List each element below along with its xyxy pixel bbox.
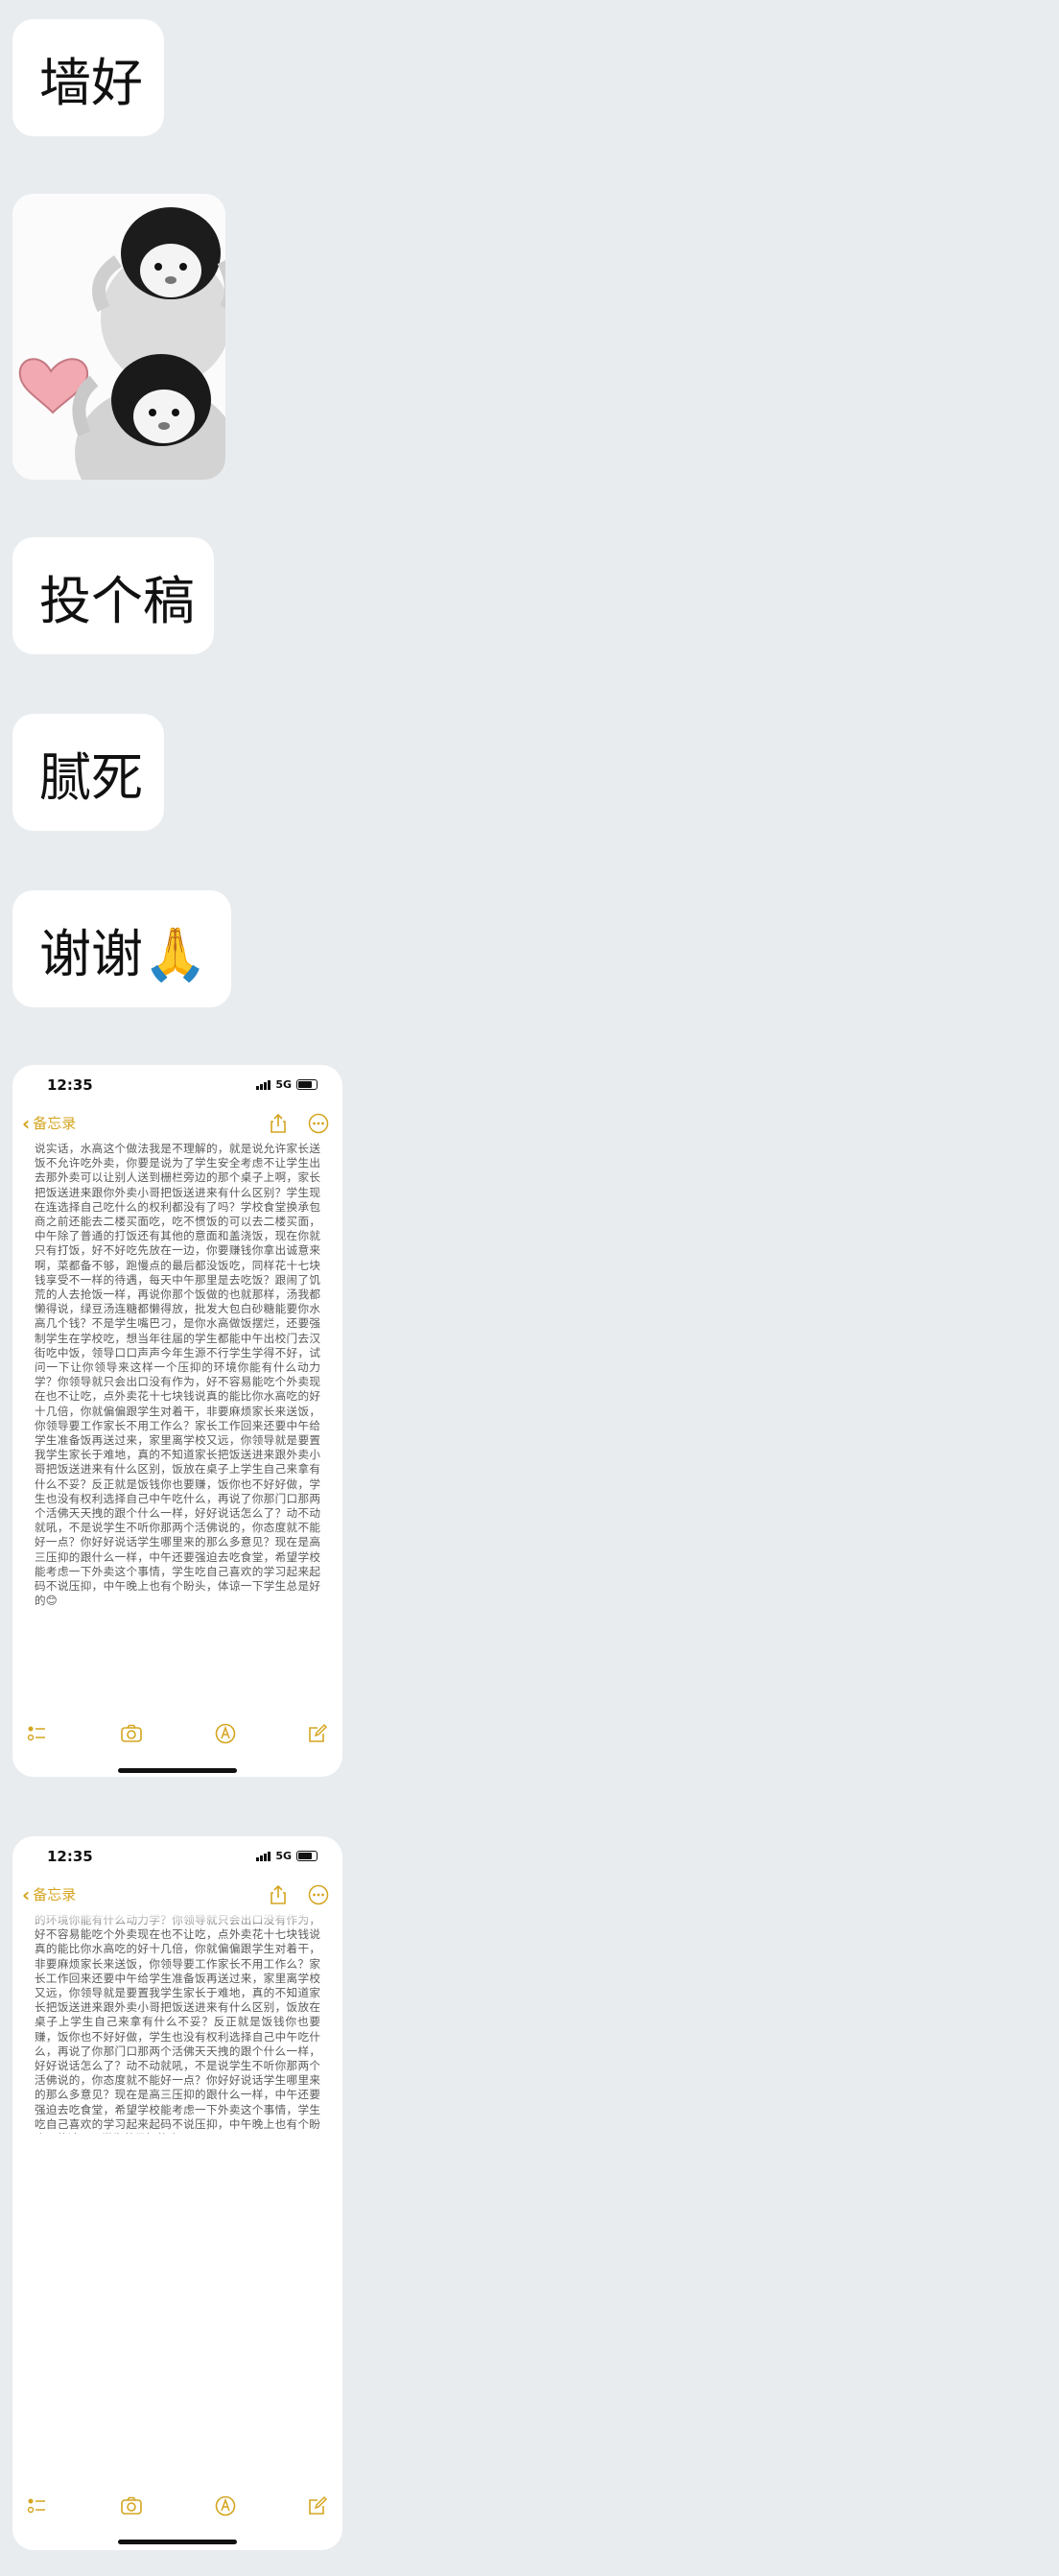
penguin-heart-sticker[interactable] — [12, 194, 225, 480]
bottom-toolbar — [12, 2494, 342, 2523]
share-icon[interactable] — [268, 1884, 289, 1905]
status-bar: 12:35 5G — [12, 1065, 342, 1105]
checklist-icon[interactable] — [26, 1722, 49, 1745]
status-time: 12:35 — [47, 1848, 93, 1865]
home-indicator — [118, 1768, 237, 1773]
penguin-sticker-image — [12, 194, 225, 480]
message-text: 墙好 — [39, 52, 143, 113]
status-time: 12:35 — [47, 1076, 93, 1094]
nav-bar: ‹ 备忘录 — [12, 1105, 342, 1144]
message-text: 谢谢🙏 — [39, 923, 208, 984]
back-button[interactable]: ‹ 备忘录 — [22, 1884, 76, 1904]
network-type: 5G — [275, 1850, 292, 1862]
back-label: 备忘录 — [33, 1886, 77, 1903]
markup-icon[interactable] — [214, 1722, 237, 1745]
network-type: 5G — [275, 1078, 292, 1091]
message-bubble[interactable]: 谢谢🙏 — [12, 890, 231, 1007]
note-body[interactable]: 的环境你能有什么动力学？你领导就只会出口没有作为，好不容易能吃个外卖现在也不让吃… — [35, 1913, 320, 2134]
more-icon[interactable] — [308, 1884, 329, 1905]
compose-icon[interactable] — [306, 1722, 329, 1745]
notes-screenshot-1[interactable]: 12:35 5G ‹ 备忘录 说实话，水高这个做法我是不理解的，就是说允许家长送… — [12, 1065, 342, 1777]
status-bar: 12:35 5G — [12, 1836, 342, 1877]
message-bubble[interactable]: 投个稿 — [12, 537, 214, 654]
battery-icon — [296, 1079, 318, 1090]
bottom-toolbar — [12, 1722, 342, 1751]
message-bubble[interactable]: 墙好 — [12, 19, 164, 136]
signal-icon — [256, 1851, 271, 1861]
back-label: 备忘录 — [33, 1115, 77, 1132]
status-indicators: 5G — [256, 1850, 318, 1862]
scroll-fade — [12, 1911, 342, 1928]
chevron-left-icon: ‹ — [22, 1882, 31, 1906]
camera-icon[interactable] — [120, 1722, 143, 1745]
chevron-left-icon: ‹ — [22, 1111, 31, 1135]
status-indicators: 5G — [256, 1078, 318, 1091]
message-text: 投个稿 — [39, 570, 195, 631]
camera-icon[interactable] — [120, 2494, 143, 2517]
message-bubble[interactable]: 腻死 — [12, 714, 164, 831]
more-icon[interactable] — [308, 1113, 329, 1134]
notes-screenshot-2[interactable]: 12:35 5G ‹ 备忘录 的环境你能有什么动力学？你领导就只会出口没有作为，… — [12, 1836, 342, 2550]
markup-icon[interactable] — [214, 2494, 237, 2517]
message-text: 腻死 — [39, 746, 143, 808]
home-indicator — [118, 2540, 237, 2544]
nav-bar: ‹ 备忘录 — [12, 1877, 342, 1915]
checklist-icon[interactable] — [26, 2494, 49, 2517]
compose-icon[interactable] — [306, 2494, 329, 2517]
share-icon[interactable] — [268, 1113, 289, 1134]
note-body[interactable]: 说实话，水高这个做法我是不理解的，就是说允许家长送饭不允许吃外卖，你要是说为了学… — [35, 1142, 320, 1698]
back-button[interactable]: ‹ 备忘录 — [22, 1113, 76, 1133]
signal-icon — [256, 1079, 271, 1090]
battery-icon — [296, 1851, 318, 1861]
